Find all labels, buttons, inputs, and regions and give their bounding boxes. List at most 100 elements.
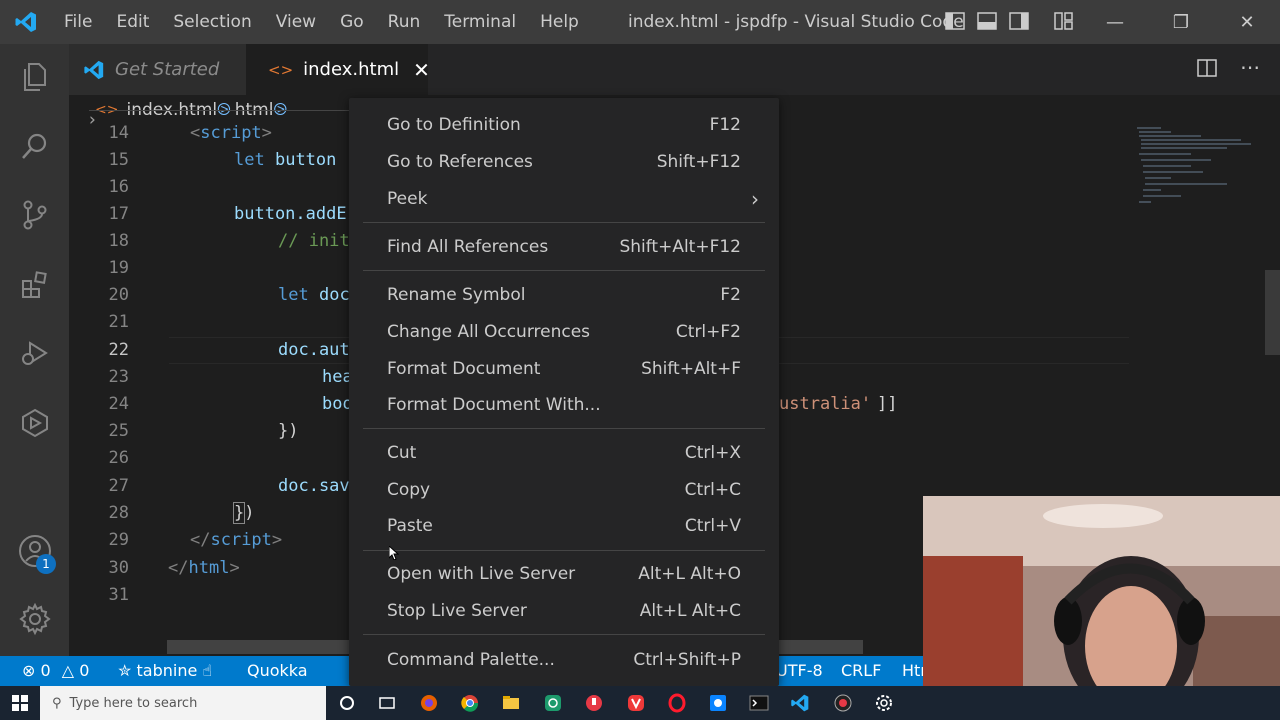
activity-bar: 1 — [0, 44, 69, 656]
window-title: index.html - jspdfp - Visual Studio Code — [628, 12, 964, 32]
app-icon-green[interactable] — [543, 693, 563, 713]
chrome-icon[interactable] — [460, 693, 480, 713]
menu-item-format-document-with[interactable]: Format Document With... — [349, 387, 779, 424]
editor-tabs: Get Started <> index.html ✕ ⋯ — [69, 44, 1280, 95]
extensions-icon[interactable] — [0, 260, 69, 310]
menu-item-copy[interactable]: Copy Ctrl+C — [349, 472, 779, 509]
line-number: 21 — [108, 312, 129, 332]
menu-run[interactable]: Run — [376, 0, 433, 44]
run-debug-icon[interactable] — [0, 328, 69, 378]
eol-status[interactable]: CRLF — [841, 656, 881, 686]
manage-gear-icon[interactable] — [0, 594, 69, 644]
cortana-icon[interactable] — [337, 693, 357, 713]
menu-item-go-to-definition[interactable]: Go to Definition F12 — [349, 107, 779, 144]
menu-item-open-live-server[interactable]: Open with Live Server Alt+L Alt+O — [349, 556, 779, 593]
toggle-secondary-sidebar-icon[interactable] — [1008, 10, 1030, 32]
warning-count: 0 — [79, 661, 90, 680]
app-icon-blue[interactable] — [708, 693, 728, 713]
source-control-icon[interactable] — [0, 190, 69, 240]
settings-gear-icon[interactable] — [874, 693, 894, 713]
menu-selection[interactable]: Selection — [161, 0, 263, 44]
token: ustralia' — [779, 394, 872, 414]
tabnine-status[interactable]: ✮ tabnine ☝ — [118, 656, 212, 686]
line-number: 18 — [108, 231, 129, 251]
html-file-icon: <> — [268, 60, 294, 79]
menu-go[interactable]: Go — [328, 0, 376, 44]
encoding-status[interactable]: UTF-8 — [776, 656, 823, 686]
menu-item-rename-symbol[interactable]: Rename Symbol F2 — [349, 277, 779, 314]
token: doc.aut — [278, 340, 350, 360]
menu-item-stop-live-server[interactable]: Stop Live Server Alt+L Alt+C — [349, 593, 779, 630]
line-number: 20 — [108, 285, 129, 305]
firefox-icon[interactable] — [419, 693, 439, 713]
menu-terminal[interactable]: Terminal — [432, 0, 528, 44]
search-icon: ⚲ — [52, 695, 62, 711]
menu-bar: File Edit Selection View Go Run Terminal… — [52, 0, 591, 44]
chevron-right-icon: › — [751, 187, 759, 211]
menu-item-cut[interactable]: Cut Ctrl+X — [349, 435, 779, 472]
scrollbar-thumb[interactable] — [1265, 270, 1280, 355]
windows-start-icon[interactable] — [0, 686, 40, 720]
quokka-status[interactable]: Quokka — [247, 656, 308, 686]
app-icon-record[interactable] — [833, 693, 853, 713]
language-status[interactable]: Htı — [902, 656, 925, 686]
explorer-icon[interactable] — [0, 52, 69, 102]
taskbar-search-placeholder: Type here to search — [69, 695, 198, 711]
menu-item-peek[interactable]: Peek › — [349, 181, 779, 218]
tab-label: index.html — [303, 59, 400, 80]
menu-item-find-all-references[interactable]: Find All References Shift+Alt+F12 — [349, 229, 779, 266]
menu-item-command-palette[interactable]: Command Palette... Ctrl+Shift+P — [349, 642, 779, 679]
token: let — [234, 150, 265, 170]
split-editor-icon[interactable] — [1196, 57, 1218, 83]
vscode-taskbar-icon[interactable] — [790, 693, 810, 713]
taskbar-search-box[interactable]: ⚲ Type here to search — [40, 686, 326, 720]
tab-get-started[interactable]: Get Started — [69, 44, 246, 95]
menu-edit[interactable]: Edit — [104, 0, 161, 44]
toggle-primary-sidebar-icon[interactable] — [944, 10, 966, 32]
line-number: 27 — [108, 476, 129, 496]
token: ]] — [877, 394, 898, 414]
opera-icon[interactable] — [667, 693, 687, 713]
restore-icon[interactable]: ❐ — [1148, 0, 1214, 44]
menu-separator — [363, 550, 765, 551]
line-number: 26 — [108, 448, 129, 468]
search-icon[interactable] — [0, 121, 69, 171]
line-number: 31 — [108, 585, 129, 605]
line-number: 14 — [108, 125, 129, 143]
vivaldi-icon[interactable] — [626, 693, 646, 713]
token: doc — [318, 285, 350, 305]
menu-separator — [363, 270, 765, 271]
title-bar: File Edit Selection View Go Run Terminal… — [0, 0, 1280, 44]
window-controls: — ❐ ✕ — [1082, 0, 1280, 44]
menu-file[interactable]: File — [52, 0, 104, 44]
terminal-icon[interactable] — [749, 693, 769, 713]
minimap-preview — [1137, 127, 1251, 203]
accounts-icon[interactable] — [0, 526, 69, 576]
testing-icon[interactable] — [0, 398, 69, 448]
token: } — [232, 502, 246, 524]
menu-item-paste[interactable]: Paste Ctrl+V — [349, 508, 779, 545]
customize-layout-icon[interactable] — [1052, 10, 1074, 32]
menu-item-change-all-occurrences[interactable]: Change All Occurrences Ctrl+F2 — [349, 314, 779, 351]
menu-view[interactable]: View — [264, 0, 328, 44]
tab-label: Get Started — [115, 59, 220, 80]
vscode-logo-icon — [0, 0, 52, 44]
close-window-icon[interactable]: ✕ — [1214, 0, 1280, 44]
windows-taskbar: ⚲ Type here to search — [0, 686, 1280, 720]
more-actions-icon[interactable]: ⋯ — [1240, 57, 1260, 83]
line-number: 15 — [108, 150, 129, 170]
file-explorer-icon[interactable] — [501, 693, 521, 713]
token: // init — [278, 231, 350, 251]
editor-actions: ⋯ — [1196, 57, 1260, 83]
menu-item-format-document[interactable]: Format Document Shift+Alt+F — [349, 351, 779, 388]
tab-index-html[interactable]: <> index.html ✕ — [246, 44, 430, 95]
toggle-panel-icon[interactable] — [976, 10, 998, 32]
problems-status[interactable]: ⊗ 0 △ 0 — [22, 656, 89, 686]
minimize-icon[interactable]: — — [1082, 0, 1148, 44]
menu-item-go-to-references[interactable]: Go to References Shift+F12 — [349, 144, 779, 181]
task-view-icon[interactable] — [377, 693, 397, 713]
close-tab-icon[interactable]: ✕ — [413, 58, 430, 82]
menu-help[interactable]: Help — [528, 0, 591, 44]
app-icon-red-download[interactable] — [584, 693, 604, 713]
hand-icon: ☝ — [202, 661, 213, 680]
